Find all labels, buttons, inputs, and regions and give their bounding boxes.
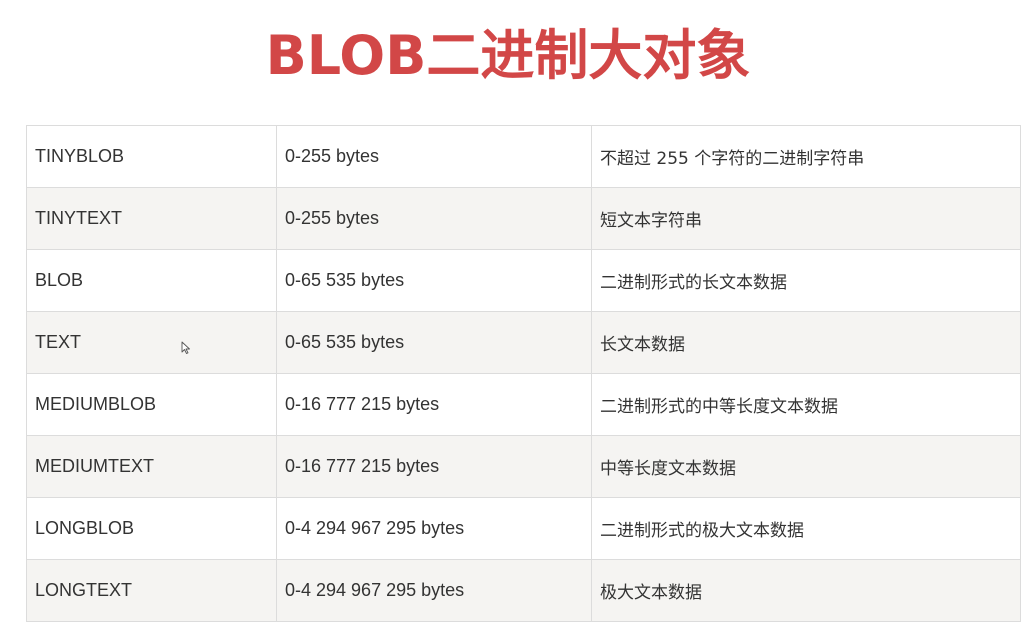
mouse-pointer-icon <box>181 341 190 354</box>
description-cell: 二进制形式的长文本数据 <box>591 249 1021 312</box>
type-cell: BLOB <box>26 249 277 312</box>
size-cell: 0-65 535 bytes <box>276 249 592 312</box>
table-row: MEDIUMTEXT 0-16 777 215 bytes 中等长度文本数据 <box>26 435 1021 498</box>
size-cell: 0-16 777 215 bytes <box>276 373 592 436</box>
size-cell: 0-16 777 215 bytes <box>276 435 592 498</box>
description-cell: 不超过 255 个字符的二进制字符串 <box>591 125 1021 188</box>
table-row: LONGTEXT 0-4 294 967 295 bytes 极大文本数据 <box>26 559 1021 622</box>
size-cell: 0-4 294 967 295 bytes <box>276 497 592 560</box>
size-cell: 0-4 294 967 295 bytes <box>276 559 592 622</box>
description-cell: 长文本数据 <box>591 311 1021 374</box>
description-cell: 二进制形式的中等长度文本数据 <box>591 373 1021 436</box>
size-cell: 0-255 bytes <box>276 125 592 188</box>
type-cell: MEDIUMBLOB <box>26 373 277 436</box>
description-cell: 短文本字符串 <box>591 187 1021 250</box>
description-cell: 极大文本数据 <box>591 559 1021 622</box>
type-cell: TINYBLOB <box>26 125 277 188</box>
table-row: TINYTEXT 0-255 bytes 短文本字符串 <box>26 187 1021 250</box>
table-row: BLOB 0-65 535 bytes 二进制形式的长文本数据 <box>26 249 1021 312</box>
size-cell: 0-255 bytes <box>276 187 592 250</box>
page-title: BLOB二进制大对象 <box>265 24 751 87</box>
description-cell: 二进制形式的极大文本数据 <box>591 497 1021 560</box>
description-cell: 中等长度文本数据 <box>591 435 1021 498</box>
slide: BLOB二进制大对象 TINYBLOB 0-255 bytes 不超过 255 … <box>0 0 1024 623</box>
type-cell: LONGTEXT <box>26 559 277 622</box>
type-cell: TEXT <box>26 311 277 374</box>
table-row: MEDIUMBLOB 0-16 777 215 bytes 二进制形式的中等长度… <box>26 373 1021 436</box>
type-cell: MEDIUMTEXT <box>26 435 277 498</box>
size-cell: 0-65 535 bytes <box>276 311 592 374</box>
type-cell: TINYTEXT <box>26 187 277 250</box>
blob-types-table: TINYBLOB 0-255 bytes 不超过 255 个字符的二进制字符串 … <box>26 125 1021 622</box>
type-cell: LONGBLOB <box>26 497 277 560</box>
table-row: TEXT 0-65 535 bytes 长文本数据 <box>26 311 1021 374</box>
table-row: TINYBLOB 0-255 bytes 不超过 255 个字符的二进制字符串 <box>26 125 1021 188</box>
table-row: LONGBLOB 0-4 294 967 295 bytes 二进制形式的极大文… <box>26 497 1021 560</box>
